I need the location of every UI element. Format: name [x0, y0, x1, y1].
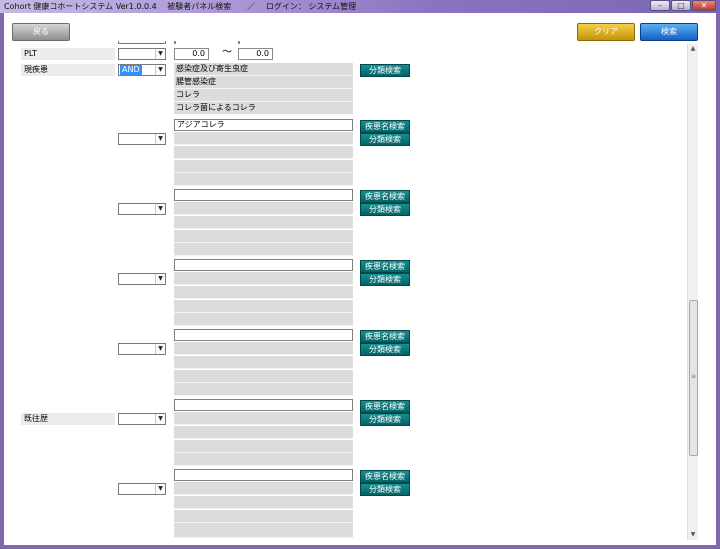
plt-label: PLT: [21, 48, 115, 60]
category-line: 腸管感染症: [174, 76, 353, 89]
back-button[interactable]: 戻る: [12, 23, 70, 41]
plt-from-input[interactable]: 0.0: [174, 48, 209, 60]
scroll-grip-icon: ≡: [691, 373, 697, 380]
disease-name-search-button[interactable]: 疾患名検索: [360, 330, 410, 343]
disease-name-search-button[interactable]: 疾患名検索: [360, 470, 410, 483]
category-line: コレラ: [174, 89, 353, 102]
triangle-down-icon[interactable]: ▼: [688, 530, 698, 540]
disease-name-input[interactable]: アジアコレラ: [174, 119, 353, 131]
disease-result-cell: [174, 383, 353, 396]
disease-name-input[interactable]: [174, 399, 353, 411]
current-disease-operator-select[interactable]: AND ▼: [118, 64, 166, 76]
category-line: コレラ菌によるコレラ: [174, 102, 353, 115]
maximize-icon: □: [677, 1, 685, 10]
disease-result-cell: [174, 370, 353, 383]
category-search-button[interactable]: 分類検索: [360, 203, 410, 216]
category-search-button[interactable]: 分類検索: [360, 413, 410, 426]
close-icon: ✕: [700, 1, 708, 10]
selected-operator: AND: [120, 65, 142, 75]
vertical-scrollbar[interactable]: ▲ ≡ ▼: [687, 44, 698, 540]
disease-result-cell: [174, 202, 353, 215]
disease-result-cell: [174, 243, 353, 256]
disease-result-cell: [174, 523, 353, 538]
disease-result-cell: [174, 230, 353, 243]
disease-result-cell: [174, 313, 353, 326]
category-line: 感染症及び寄生虫症: [174, 63, 353, 76]
disease-result-cell: [174, 173, 353, 186]
disease-result-cell: [174, 132, 353, 145]
category-search-button[interactable]: 分類検索: [360, 343, 410, 356]
chevron-down-icon[interactable]: ▼: [155, 65, 165, 75]
search-button[interactable]: 検索: [640, 23, 698, 41]
chevron-down-icon[interactable]: ▼: [155, 134, 165, 144]
range-separator: ～: [222, 47, 232, 58]
category-search-button[interactable]: 分類検索: [360, 133, 410, 146]
window-title: Cohort 健康コホートシステム Ver1.0.0.4 被験者パネル検索 ／ …: [4, 2, 357, 11]
close-button[interactable]: ✕: [692, 0, 716, 11]
past-history-operator-select[interactable]: ▼: [118, 413, 166, 425]
chevron-down-icon[interactable]: ▼: [155, 49, 165, 59]
disease-result-cell: [174, 440, 353, 453]
disease-name-search-button[interactable]: 疾患名検索: [360, 260, 410, 273]
minimize-button[interactable]: –: [650, 0, 670, 11]
window-title-bar: Cohort 健康コホートシステム Ver1.0.0.4 被験者パネル検索 ／ …: [0, 0, 720, 13]
chevron-down-icon[interactable]: ▼: [155, 274, 165, 284]
clear-button[interactable]: クリア: [577, 23, 635, 41]
disease-name-search-button[interactable]: 疾患名検索: [360, 120, 410, 133]
disease-name-search-button[interactable]: 疾患名検索: [360, 400, 410, 413]
clipped-edge: [238, 41, 240, 44]
disease-result-cell: [174, 426, 353, 439]
disease-name-input[interactable]: [174, 259, 353, 271]
disease-result-cell: [174, 496, 353, 509]
operator-select[interactable]: ▼: [118, 133, 166, 145]
triangle-up-icon[interactable]: ▲: [688, 44, 698, 54]
disease-result-cell: [174, 146, 353, 159]
scrollbar-thumb[interactable]: ≡: [689, 300, 698, 456]
category-search-button[interactable]: 分類検索: [360, 64, 410, 77]
disease-result-cell: [174, 510, 353, 523]
plt-operator-select[interactable]: ▼: [118, 48, 166, 60]
disease-result-cell: [174, 453, 353, 466]
operator-select[interactable]: ▼: [118, 203, 166, 215]
operator-select[interactable]: ▼: [118, 343, 166, 355]
category-search-button[interactable]: 分類検索: [360, 273, 410, 286]
clipped-combo-edge: [118, 41, 166, 44]
plt-to-input[interactable]: 0.0: [238, 48, 273, 60]
disease-name-input[interactable]: [174, 189, 353, 201]
disease-result-cell: [174, 160, 353, 173]
operator-select[interactable]: ▼: [118, 273, 166, 285]
minimize-icon: –: [658, 1, 662, 10]
category-search-button[interactable]: 分類検索: [360, 483, 410, 496]
current-disease-label: 現疾患: [21, 64, 115, 76]
disease-name-input[interactable]: [174, 469, 353, 481]
chevron-down-icon[interactable]: ▼: [155, 204, 165, 214]
disease-result-cell: [174, 286, 353, 299]
disease-name-search-button[interactable]: 疾患名検索: [360, 190, 410, 203]
disease-result-cell: [174, 342, 353, 355]
disease-result-cell: [174, 356, 353, 369]
chevron-down-icon[interactable]: ▼: [155, 414, 165, 424]
disease-result-cell: [174, 272, 353, 285]
clipped-edge: [174, 41, 176, 44]
disease-name-input[interactable]: [174, 329, 353, 341]
chevron-down-icon[interactable]: ▼: [155, 484, 165, 494]
chevron-down-icon[interactable]: ▼: [155, 344, 165, 354]
disease-result-cell: [174, 482, 353, 495]
past-history-label: 既往歴: [21, 413, 115, 425]
disease-result-cell: [174, 300, 353, 313]
disease-result-cell: [174, 216, 353, 229]
disease-result-cell: [174, 412, 353, 425]
operator-select[interactable]: ▼: [118, 483, 166, 495]
maximize-button[interactable]: □: [671, 0, 691, 11]
